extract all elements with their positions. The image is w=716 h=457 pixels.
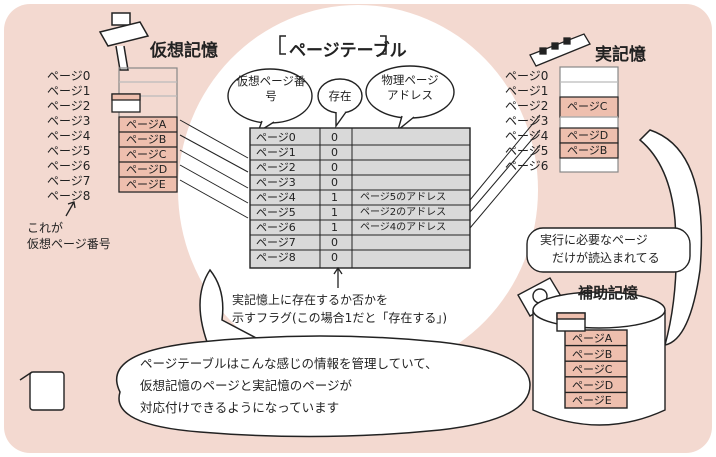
table-address-cell: ページ2のアドレス [360,207,447,218]
table-exists-cell: 1 [331,191,338,204]
table-exists-cell: 0 [331,161,338,174]
table-address-cell: ページ5のアドレス [360,192,447,203]
table-exists-cell: 0 [331,131,338,144]
virtual-stored-page: ページD [126,163,168,176]
virtual-page-label: ページ3 [47,114,91,128]
real-page-label: ページ1 [505,84,549,98]
real-page-label: ページ4 [505,129,549,143]
virtual-memory-title: 仮想記憶 [150,41,218,61]
auxiliary-page: ページA [572,332,613,345]
real-page-label: ページ2 [505,99,549,113]
table-page-cell: ページ1 [256,146,296,159]
virtual-note-line2: 仮想ページ番号 [27,237,111,251]
table-exists-cell: 1 [331,221,338,234]
real-memory-title: 実記憶 [595,45,646,65]
virtual-page-label: ページ8 [47,189,91,203]
table-page-cell: ページ5 [256,206,296,219]
virtual-note-line1: これが [27,221,64,235]
auxiliary-page: ページE [572,394,612,408]
virtual-page-label: ページ5 [47,144,91,158]
table-page-cell: ページ3 [256,176,296,189]
table-page-cell: ページ6 [256,221,296,234]
main-note-line3: 対応付けできるようになっています [140,400,340,415]
virtual-page-label: ページ6 [47,159,91,173]
header-exists: 存在 [328,89,352,103]
main-note-line1: ページテーブルはこんな感じの情報を管理していて、 [140,356,438,371]
header-physical-address: 物理ページアドレス [381,73,439,102]
auxiliary-page: ページB [572,347,613,361]
table-exists-cell: 1 [331,206,338,219]
execution-note-line1: 実行に必要なページ [540,233,648,247]
real-page-label: ページ6 [505,159,549,173]
virtual-stored-page: ページC [126,148,167,161]
auxiliary-page: ページC [572,363,613,377]
virtual-page-label: ページ1 [47,84,91,98]
virtual-stored-page: ページB [126,133,167,146]
execution-note-line2: だけが読込まれてる [552,251,660,265]
page-title: ページテーブル [289,41,407,61]
flag-note-line1: 実記憶上に存在するか否かを [232,293,389,307]
auxiliary-memory-title: 補助記憶 [578,284,639,302]
table-page-cell: ページ4 [256,191,296,204]
folder-icon [111,93,141,113]
table-exists-cell: 0 [331,176,338,189]
real-memory-slot: ページD [567,129,609,142]
auxiliary-page: ページD [572,378,614,392]
virtual-page-label: ページ0 [47,69,91,83]
virtual-stored-page: ページE [126,178,166,191]
real-page-label: ページ5 [505,144,549,158]
real-memory-slot: ページC [567,100,608,113]
table-page-cell: ページ0 [256,131,296,144]
real-page-label: ページ3 [505,114,549,128]
virtual-page-label: ページ7 [47,174,91,188]
page-table-illustration: ページテーブル 仮想記憶 ページ0 ページ1 ページ2 ページ3 ページ4 ページ5 ページ… [0,0,716,457]
header-virtual-page-number: 仮想ページ番号 [236,74,306,103]
flag-note-line2: 示すフラグ(この場合1だと「存在する」) [232,311,447,325]
table-address-cell: ページ4のアドレス [360,222,447,233]
table-page-cell: ページ2 [256,161,296,174]
table-exists-cell: 0 [331,236,338,249]
real-page-label: ページ0 [505,69,549,83]
main-note-line2: 仮想記憶のページと実記憶のページが [140,378,353,393]
table-exists-cell: 0 [331,146,338,159]
table-exists-cell: 0 [331,251,338,264]
virtual-stored-page: ページA [126,118,167,131]
table-page-cell: ページ8 [256,251,296,264]
virtual-page-label: ページ4 [47,129,91,143]
virtual-page-label: ページ2 [47,99,91,113]
table-page-cell: ページ7 [256,236,296,249]
real-memory-slot: ページB [567,144,608,157]
